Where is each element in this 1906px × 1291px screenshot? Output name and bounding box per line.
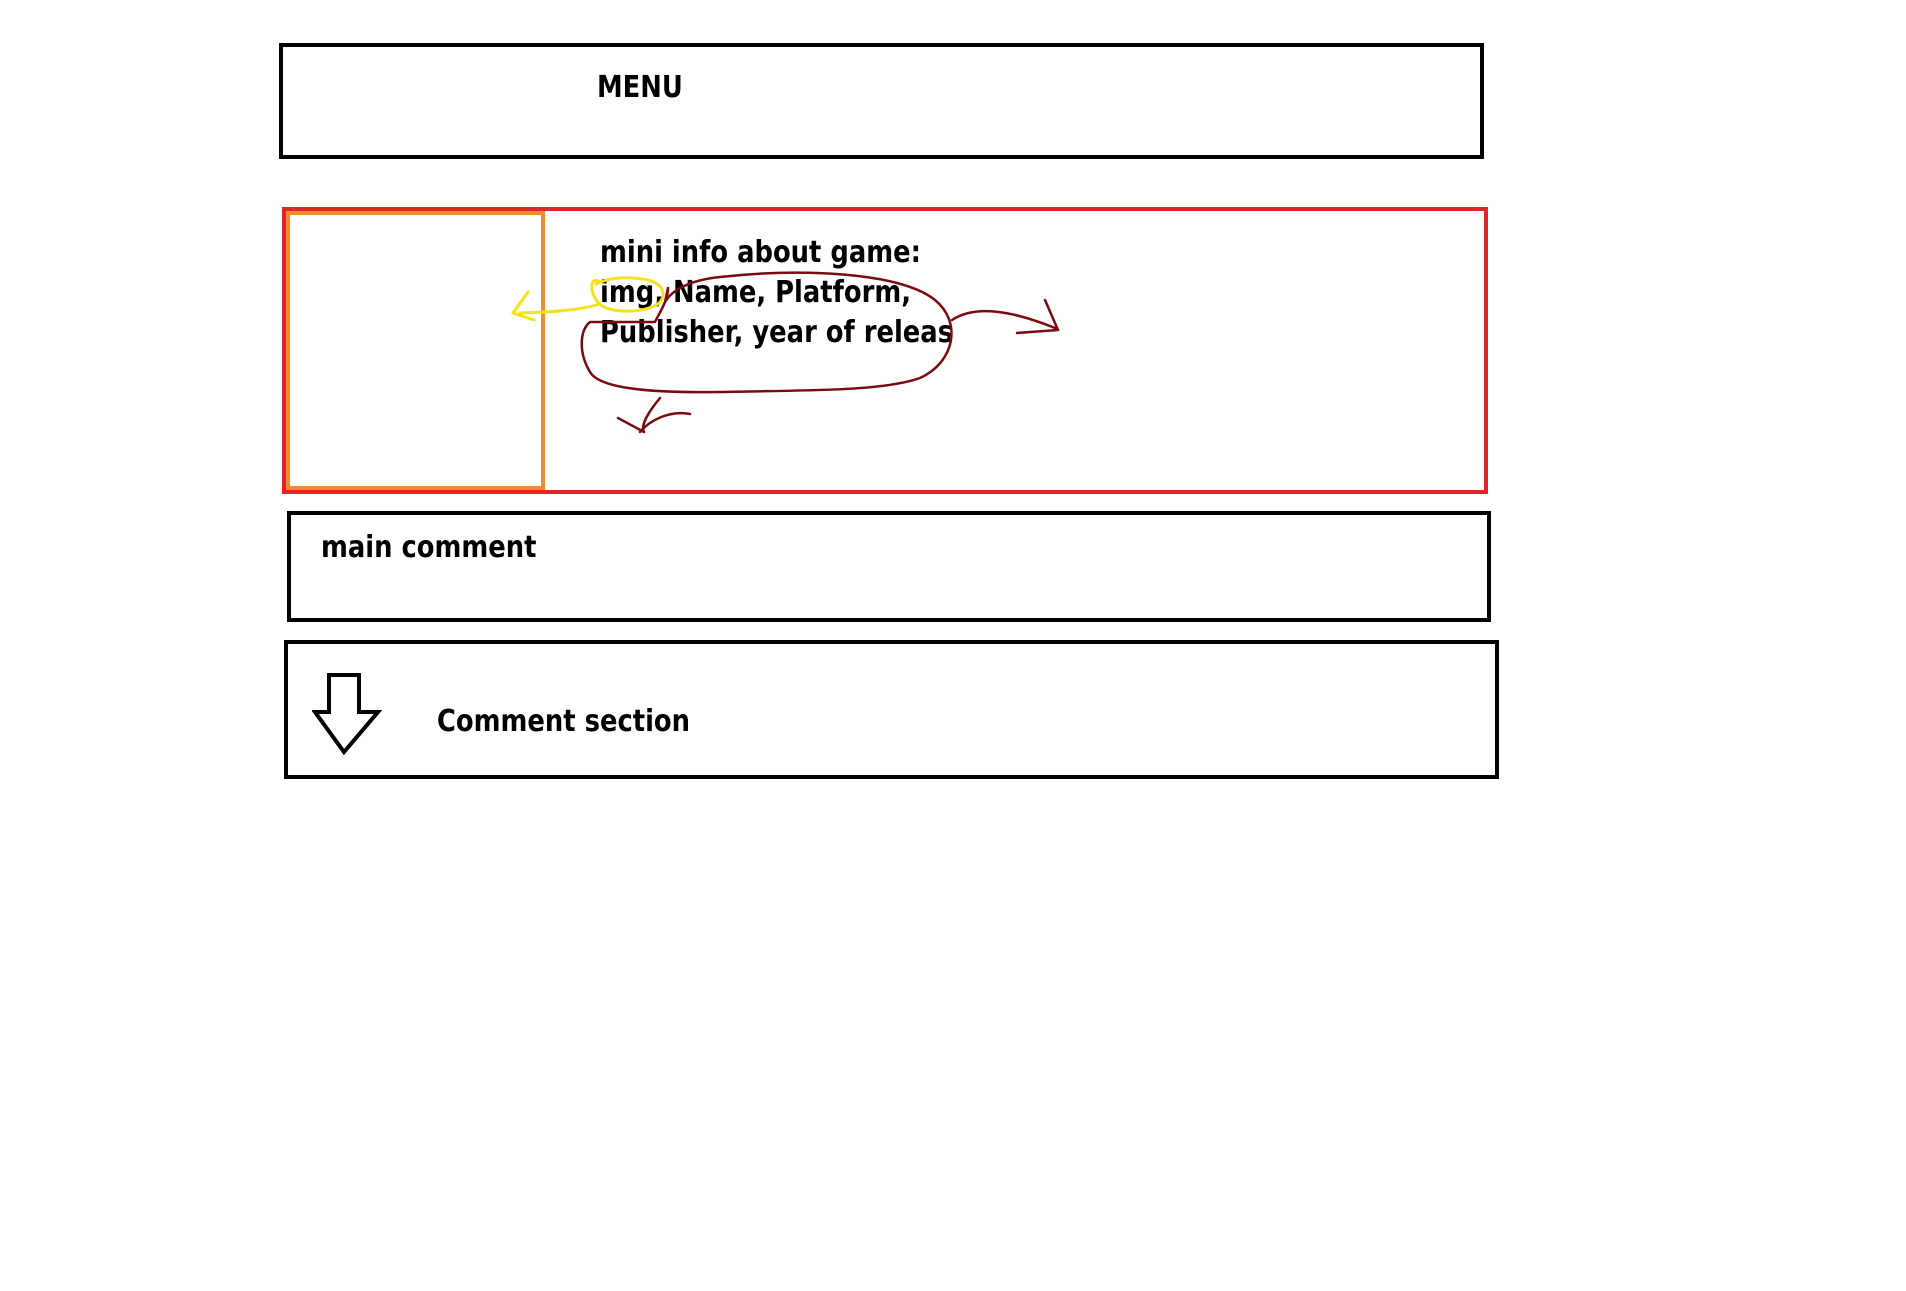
menu-label: MENU xyxy=(597,70,683,105)
game-image-placeholder xyxy=(286,211,545,490)
game-info-heading: mini info about game: xyxy=(600,235,921,270)
main-comment-label: main comment xyxy=(321,530,537,565)
menu-bar xyxy=(279,43,1484,159)
down-arrow-icon xyxy=(312,673,382,756)
game-info-fields-line-2: Publisher, year of releas xyxy=(600,315,954,350)
game-info-fields-line-1: img, Name, Platform, xyxy=(600,275,912,310)
comment-section-label: Comment section xyxy=(437,704,691,739)
